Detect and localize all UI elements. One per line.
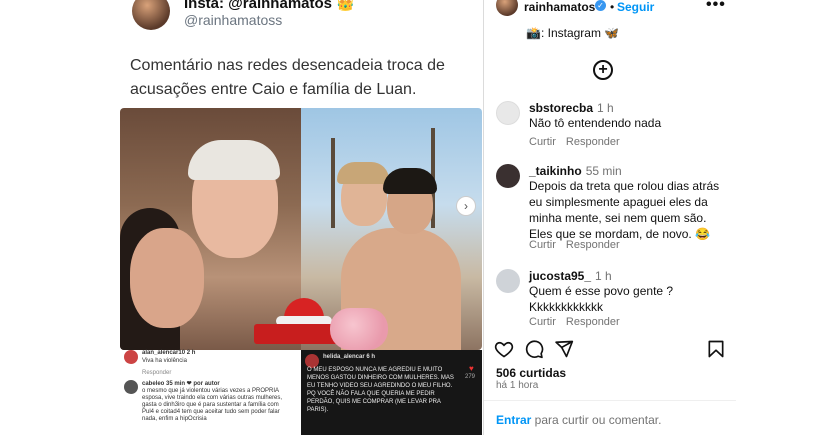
tweet-header: Insta: @rainhamatos 👑 @rainhamatoss [128,0,478,34]
screenshot-page: Insta: @rainhamatos 👑 @rainhamatoss Come… [0,0,828,435]
comment-time: 1 h [597,101,614,115]
photo-shape [188,140,280,180]
follow-button[interactable]: Seguir [617,0,654,14]
separator-dot: • [610,0,615,14]
tweet-author-name[interactable]: Insta: @rainhamatos 👑 [184,0,355,12]
heart-icon[interactable] [494,339,514,359]
tweet-text: Comentário nas redes desencadeia troca d… [130,57,445,98]
comment-author[interactable]: sbstorecba 1 h [529,101,614,115]
share-icon[interactable] [554,339,574,359]
comment-text: o meu esposo nunca me agrediu e muito me… [307,367,454,413]
comment-time: 1 h [595,269,612,283]
post-header: rainhamatos ✓ • Seguir ••• [484,0,736,22]
comment-username[interactable]: sbstorecba [529,101,593,115]
roses-decoration [330,308,388,350]
avatar[interactable] [132,0,170,30]
screenshot-comment-right: helida_alencar 6 h o meu esposo nunca me… [301,350,482,435]
login-suffix: para curtir ou comentar. [531,413,662,427]
photo-shape [337,162,389,184]
comment-username[interactable]: jucosta95_ [529,269,591,283]
reply-link: Responder [142,370,172,376]
photo-shape [383,168,437,194]
instagram-post-panel: rainhamatos ✓ • Seguir ••• 📸: Instagram … [483,0,736,435]
photo-shape [130,228,204,328]
post-action-bar [494,339,726,363]
comment-text: Depois da treta que rolou dias atrás eu … [529,179,720,241]
post-username[interactable]: rainhamatos [524,0,595,14]
verified-badge-icon: ✓ [595,0,606,11]
avatar[interactable] [496,101,520,125]
comment-author: helida_alencar 6 h [323,354,376,360]
palm-shape [331,138,335,228]
tweet-media[interactable]: › [120,108,482,350]
comment-text: Viva ha violência [142,358,187,364]
comment-text: o mesmo que já violentou várias vezes a … [142,388,283,422]
avatar[interactable] [496,269,520,293]
avatar [124,380,138,394]
login-prompt: Entrar para curtir ou comentar. [484,400,736,435]
reply-button[interactable]: Responder [566,239,620,251]
comment-author[interactable]: jucosta95_ 1 h [529,269,612,283]
comment-actions: Curtir Responder [529,136,630,148]
comment-author[interactable]: _taikinho 55 min [529,164,622,178]
butterfly-emoji: 🦋 [604,26,620,40]
reply-button[interactable]: Responder [566,316,620,328]
avatar[interactable] [496,0,518,16]
tweet-card: Insta: @rainhamatos 👑 @rainhamatoss Come… [120,0,482,435]
comment-author: cabeleo 35 min ❤ por autor [142,381,220,387]
gallery-next-button[interactable]: › [456,196,476,216]
screenshot-comments-left: alan_alencar10 2 h Viva ha violência Res… [120,350,301,435]
comment-actions: Curtir Responder [529,316,630,328]
avatar [124,350,138,364]
heart-icon: ♥ [469,364,474,373]
comment-icon[interactable] [524,339,544,359]
tweet-author-handle[interactable]: @rainhamatoss [184,12,282,28]
comment-text: Quem é esse povo gente ? Kkkkkkkkkkkk [529,284,674,314]
comment-actions: Curtir Responder [529,239,630,251]
like-comment-button[interactable]: Curtir [529,136,556,148]
more-options-icon[interactable]: ••• [706,0,726,14]
post-caption: 📸: Instagram 🦋 [526,26,619,40]
login-text: Entrar para curtir ou comentar. [496,413,661,427]
comment-username[interactable]: _taikinho [529,164,582,178]
post-time[interactable]: há 1 hora [496,380,538,391]
login-link[interactable]: Entrar [496,413,531,427]
comment-text: Não tô entendendo nada [529,116,662,130]
caption-text: 📸: Instagram [526,26,601,40]
avatar[interactable] [496,164,520,188]
like-count: 279 [465,374,476,380]
reply-button[interactable]: Responder [566,136,620,148]
like-comment-button[interactable]: Curtir [529,316,556,328]
like-comment-button[interactable]: Curtir [529,239,556,251]
load-more-comments-icon[interactable]: + [593,60,613,80]
comment-time: 55 min [585,164,622,178]
likes-count[interactable]: 506 curtidas [496,366,566,380]
bookmark-icon[interactable] [706,339,726,359]
comment-author: alan_alencar10 2 h [142,350,196,356]
